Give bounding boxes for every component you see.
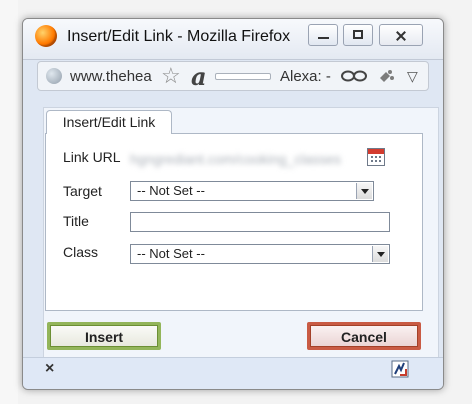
progress-icon xyxy=(391,360,409,378)
address-bar[interactable]: www.thehea ☆ a Alexa: - ▽ xyxy=(37,61,429,91)
link-url-value: hgngrediant.com/cooking_classes xyxy=(130,151,341,167)
firefox-icon xyxy=(35,25,57,47)
address-text: www.thehea xyxy=(70,68,152,85)
close-status-icon[interactable]: × xyxy=(45,360,54,378)
bookmark-star-icon[interactable]: ☆ xyxy=(161,65,181,87)
toolbar-field[interactable] xyxy=(215,73,271,80)
close-window-button[interactable] xyxy=(379,24,423,46)
cancel-button[interactable]: Cancel xyxy=(307,322,421,350)
chevron-down-icon xyxy=(372,246,388,262)
title-bar: Insert/Edit Link - Mozilla Firefox xyxy=(23,19,443,60)
puzzle-icon[interactable] xyxy=(378,68,396,86)
status-bar xyxy=(23,357,443,389)
a-icon[interactable]: a xyxy=(191,62,207,91)
globe-icon xyxy=(46,68,62,84)
chevron-down-icon xyxy=(356,183,372,199)
menu-arrow-icon[interactable]: ▽ xyxy=(407,68,418,85)
target-select-value: -- Not Set -- xyxy=(137,183,205,198)
title-input[interactable] xyxy=(130,212,390,232)
class-select[interactable]: -- Not Set -- xyxy=(130,244,390,264)
target-select[interactable]: -- Not Set -- xyxy=(130,181,374,201)
link-url-label: Link URL xyxy=(63,149,121,165)
maximize-button[interactable] xyxy=(343,24,373,46)
title-label: Title xyxy=(63,213,89,229)
tab-insert-edit-link[interactable]: Insert/Edit Link xyxy=(46,110,172,134)
link-url-input[interactable]: hgngrediant.com/cooking_classes xyxy=(130,149,358,169)
popup-window: Insert/Edit Link - Mozilla Firefox www.t… xyxy=(22,18,444,390)
calendar-icon[interactable] xyxy=(367,148,385,166)
class-select-value: -- Not Set -- xyxy=(137,246,205,261)
page-strip xyxy=(0,0,18,404)
link-icon[interactable] xyxy=(341,70,367,82)
alexa-text: Alexa: - xyxy=(280,68,331,85)
class-label: Class xyxy=(63,244,99,260)
insert-button[interactable]: Insert xyxy=(47,322,161,350)
target-label: Target xyxy=(63,183,102,199)
minimize-button[interactable] xyxy=(308,24,338,46)
window-title: Insert/Edit Link - Mozilla Firefox xyxy=(67,28,291,45)
